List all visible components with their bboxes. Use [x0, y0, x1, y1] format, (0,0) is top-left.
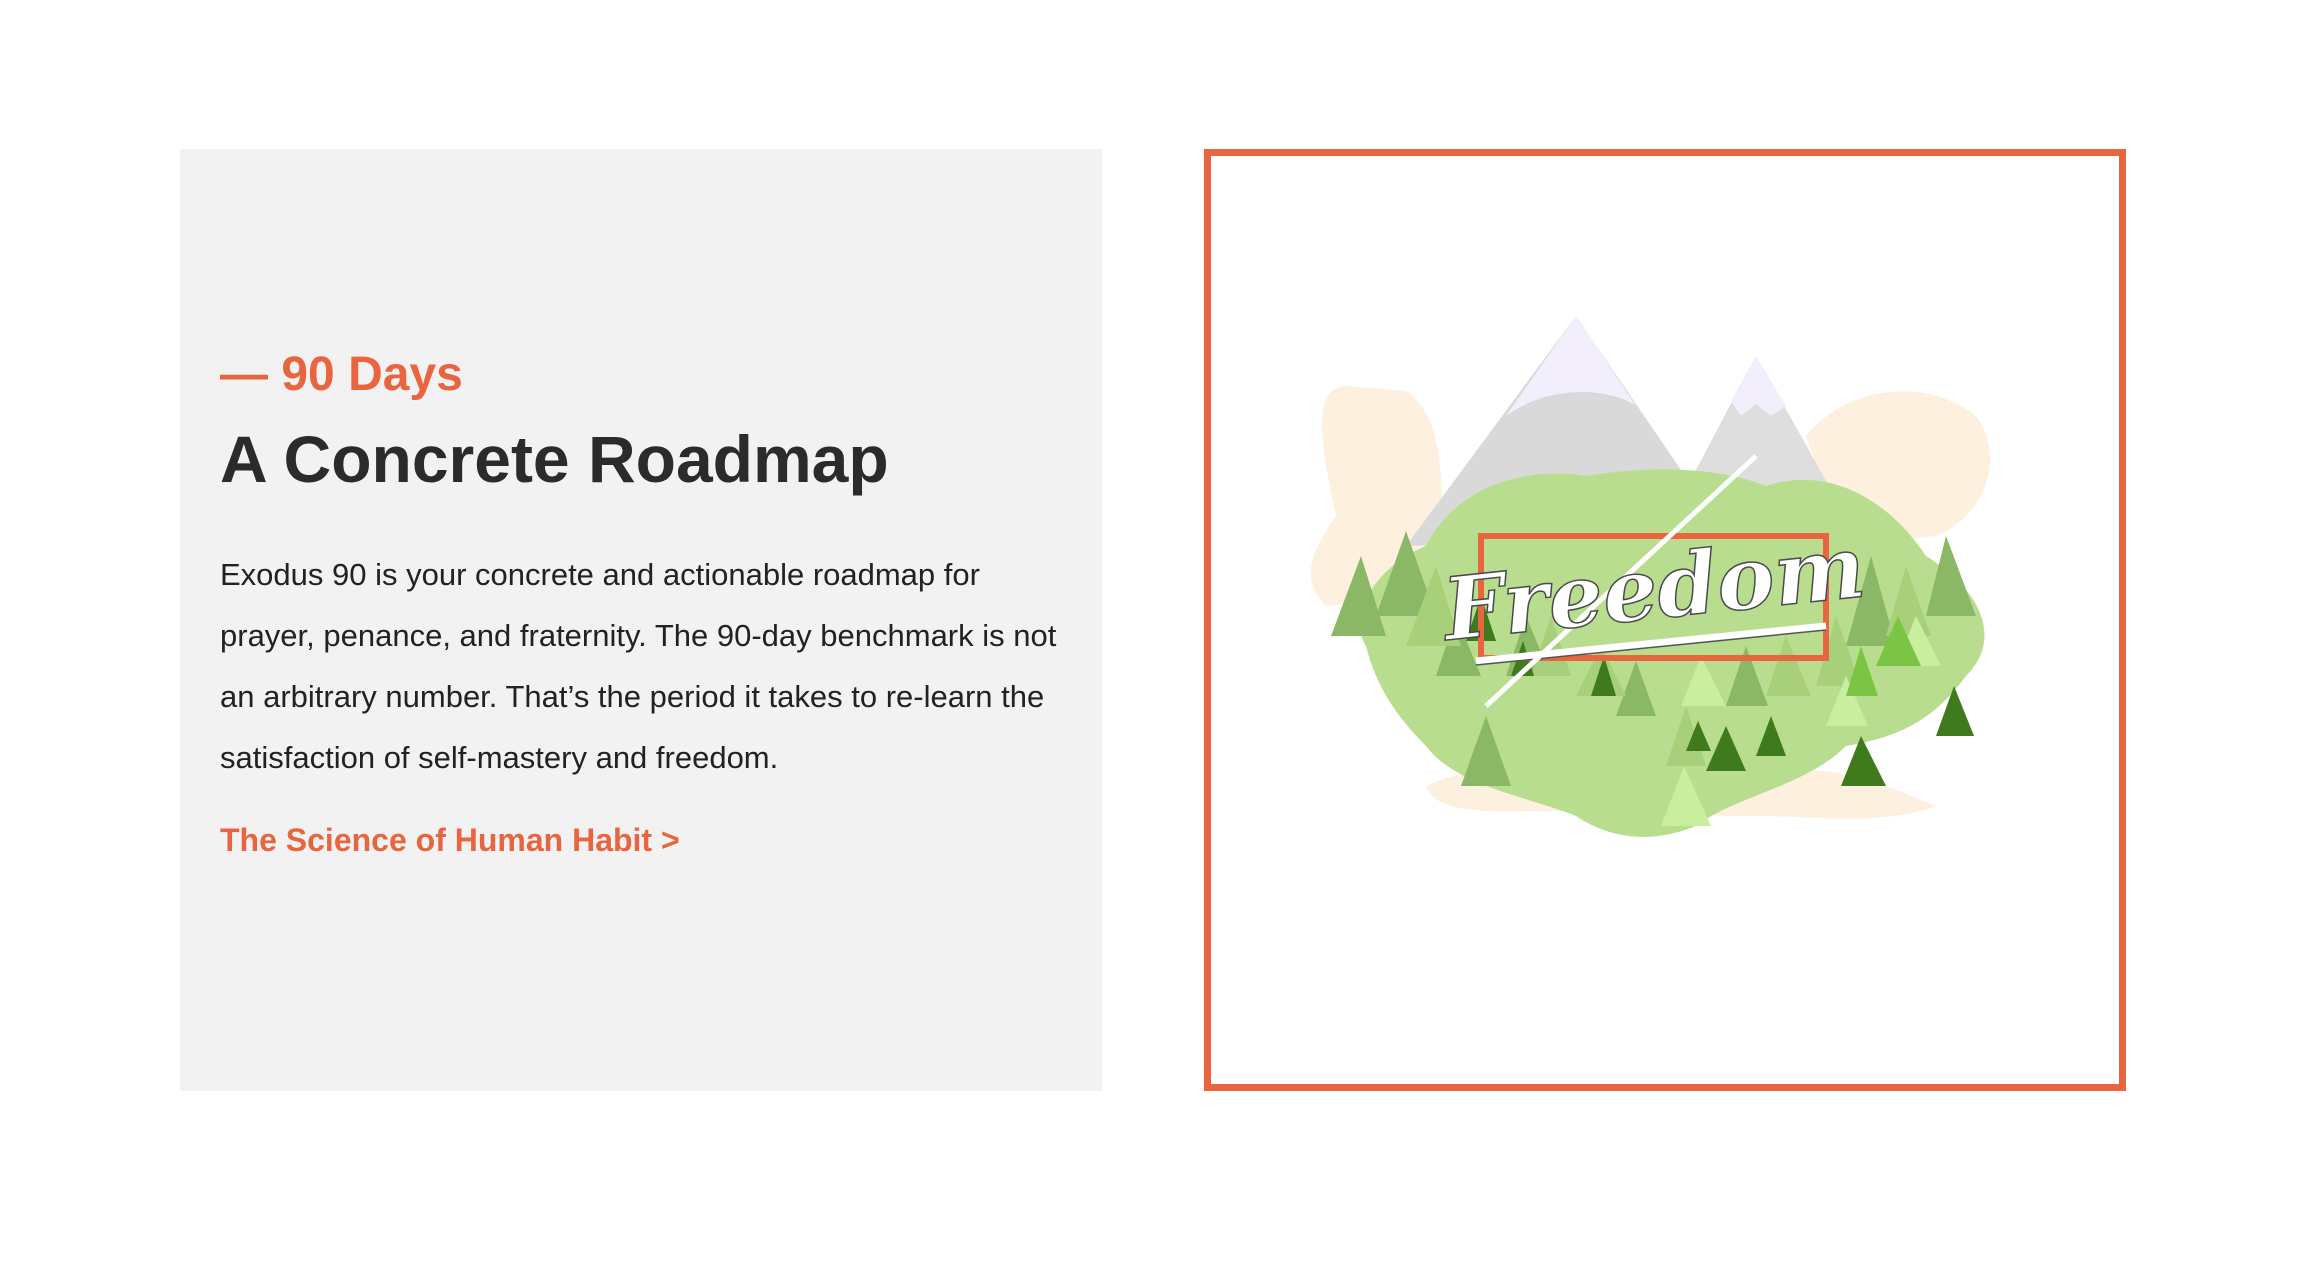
science-of-habit-link[interactable]: The Science of Human Habit >: [220, 822, 680, 859]
section-body-text: Exodus 90 is your concrete and actionabl…: [220, 557, 1057, 775]
section-headline: A Concrete Roadmap: [220, 422, 889, 496]
text-panel: — 90 Days A Concrete Roadmap Exodus 90 i…: [180, 149, 1102, 1091]
freedom-landscape-illustration: Freedom: [1310, 316, 1991, 837]
section-eyebrow: — 90 Days: [220, 348, 463, 401]
illustration-frame: Freedom: [1204, 149, 2126, 1091]
